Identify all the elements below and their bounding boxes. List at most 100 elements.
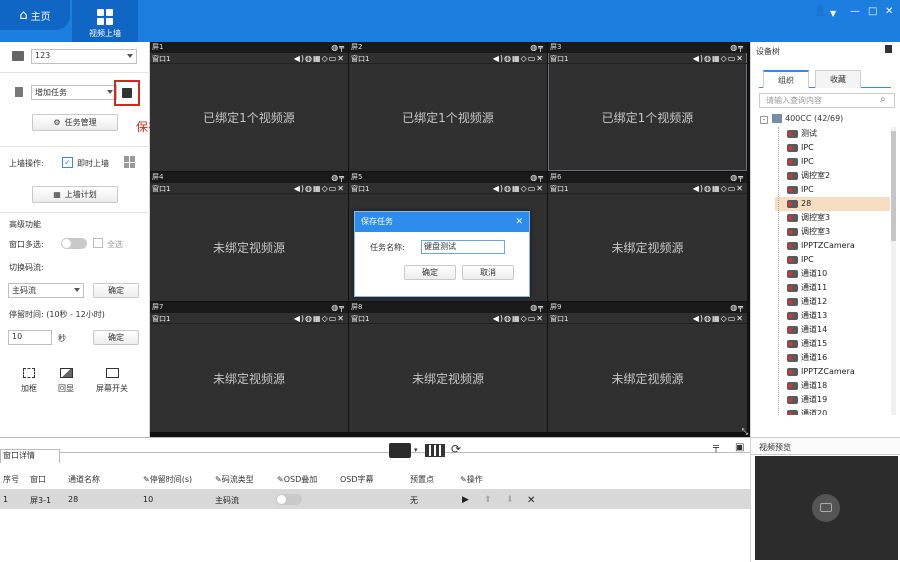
- table-row[interactable]: [0, 489, 750, 509]
- task-name-input[interactable]: 键盘测试: [421, 240, 505, 254]
- screen-cell[interactable]: 屏2 ◍╤ 窗口1 ◀)◍▦◇▭✕ 已绑定1个视频源: [349, 42, 547, 171]
- screen-controls-icon[interactable]: ◍╤: [530, 302, 544, 313]
- task-manage-button[interactable]: ⚙ 任务管理: [32, 114, 118, 131]
- tree-item[interactable]: 通道11: [787, 281, 827, 295]
- tree-item[interactable]: IPC: [787, 141, 814, 155]
- multi-window-toggle[interactable]: [61, 238, 87, 249]
- tree-item[interactable]: IPPTZCamera: [787, 365, 855, 379]
- screen-layout-icon[interactable]: [389, 443, 411, 458]
- dwell-time-input[interactable]: 10: [8, 330, 52, 345]
- scrollbar-thumb[interactable]: [891, 131, 896, 241]
- tree-item[interactable]: 通道15: [787, 337, 827, 351]
- tree-item[interactable]: 通道14: [787, 323, 827, 337]
- stream-select[interactable]: 主码流: [8, 283, 84, 298]
- screen-controls-icon[interactable]: ◍╤: [730, 42, 744, 53]
- save-icon[interactable]: [122, 88, 132, 98]
- window-controls-icon[interactable]: ◀)◍▦◇▭✕: [294, 184, 345, 194]
- tree-item[interactable]: 通道20: [787, 407, 827, 415]
- screen-cell[interactable]: 屏1 ◍╤ 窗口1 ◀)◍▦◇▭✕ 已绑定1个视频源: [150, 42, 348, 171]
- pin-icon[interactable]: [885, 45, 892, 53]
- screen-controls-icon[interactable]: ◍╤: [730, 302, 744, 313]
- screen-controls-icon[interactable]: ◍╤: [331, 42, 345, 53]
- tree-item[interactable]: IPC: [787, 183, 814, 197]
- wall-settings-icon[interactable]: ╤: [713, 442, 719, 453]
- screen-controls-icon[interactable]: ◍╤: [331, 302, 345, 313]
- tree-item[interactable]: 测试: [787, 127, 817, 141]
- tree-item[interactable]: 调控室3: [787, 211, 830, 225]
- cell-status: 未绑定视频源: [611, 371, 684, 386]
- screen-controls-icon[interactable]: ◍╤: [530, 172, 544, 183]
- tree-item[interactable]: IPPTZCamera: [787, 239, 855, 253]
- tab-favorites[interactable]: 收藏: [815, 70, 861, 88]
- tree-item[interactable]: 通道10: [787, 267, 827, 281]
- layout-icon[interactable]: [124, 156, 136, 168]
- screen-cell[interactable]: 屏7 ◍╤ 窗口1 ◀)◍▦◇▭✕ 未绑定视频源: [150, 302, 348, 432]
- grid-layout-icon[interactable]: [425, 444, 445, 457]
- window-controls-icon[interactable]: ◀)◍▦◇▭✕: [493, 184, 544, 194]
- user-icon[interactable]: 👤: [814, 6, 826, 17]
- delete-icon[interactable]: ✕: [527, 495, 535, 506]
- task-select[interactable]: 增加任务: [31, 85, 117, 100]
- wifi-icon[interactable]: ▼: [830, 9, 836, 18]
- tree-root[interactable]: 400CC (42/69): [772, 114, 843, 123]
- close-icon[interactable]: ✕: [885, 6, 893, 17]
- expand-icon[interactable]: ⤡: [742, 427, 748, 437]
- tab-organization[interactable]: 组织: [763, 70, 809, 88]
- tab-window-detail[interactable]: 窗口详情: [0, 449, 60, 463]
- window-controls-icon[interactable]: ◀)◍▦◇▭✕: [493, 314, 544, 324]
- window-controls-icon[interactable]: ◀)◍▦◇▭✕: [693, 54, 744, 64]
- window-controls-icon[interactable]: ◀)◍▦◇▭✕: [294, 314, 345, 324]
- maximize-icon[interactable]: □: [868, 6, 877, 17]
- tab-video-wall[interactable]: 视频上墙: [72, 0, 138, 42]
- play-icon[interactable]: ▶: [462, 495, 469, 505]
- tree-item[interactable]: 调控室3: [787, 225, 830, 239]
- dwell-confirm-button[interactable]: 确定: [93, 330, 139, 345]
- device-search-input[interactable]: 请输入查询内容: [759, 93, 895, 108]
- tree-item[interactable]: 调控室2: [787, 169, 830, 183]
- osd-overlay-toggle[interactable]: [276, 494, 302, 505]
- select-all-checkbox[interactable]: [93, 238, 103, 248]
- tree-item[interactable]: 通道12: [787, 295, 827, 309]
- tree-item[interactable]: 通道19: [787, 393, 827, 407]
- collapse-icon[interactable]: -: [760, 116, 768, 124]
- up-arrow-icon[interactable]: ⬆: [484, 495, 492, 505]
- tree-item[interactable]: 28: [775, 197, 890, 211]
- dialog-ok-button[interactable]: 确定: [404, 265, 456, 280]
- tree-item[interactable]: 通道18: [787, 379, 827, 393]
- screen-controls-icon[interactable]: ◍╤: [530, 42, 544, 53]
- refresh-icon[interactable]: ⟳: [451, 442, 461, 456]
- window-controls-icon[interactable]: ◀)◍▦◇▭✕: [294, 54, 345, 64]
- search-icon[interactable]: ⌕: [880, 94, 886, 105]
- camera-icon: [787, 144, 798, 152]
- screen-cell[interactable]: 屏6 ◍╤ 窗口1 ◀)◍▦◇▭✕ 未绑定视频源: [548, 172, 747, 301]
- tree-item-label: IPPTZCamera: [801, 367, 855, 376]
- window-controls-icon[interactable]: ◀)◍▦◇▭✕: [493, 54, 544, 64]
- window-controls-icon[interactable]: ◀)◍▦◇▭✕: [693, 184, 744, 194]
- wall-plan-button[interactable]: ▦ 上墙计划: [32, 186, 118, 203]
- echo-button[interactable]: 回显: [56, 368, 76, 394]
- tree-item[interactable]: IPC: [787, 253, 814, 267]
- stream-confirm-button[interactable]: 确定: [93, 283, 139, 298]
- tree-item[interactable]: 通道16: [787, 351, 827, 365]
- tree-item[interactable]: IPC: [787, 155, 814, 169]
- add-frame-button[interactable]: 加框: [19, 368, 39, 394]
- down-arrow-icon[interactable]: ⬇: [506, 495, 514, 505]
- tree-item[interactable]: 通道13: [787, 309, 827, 323]
- wall-select[interactable]: 123: [31, 49, 137, 64]
- screen-cell[interactable]: 屏9 ◍╤ 窗口1 ◀)◍▦◇▭✕ 未绑定视频源: [548, 302, 747, 432]
- screen-cell[interactable]: 屏4 ◍╤ 窗口1 ◀)◍▦◇▭✕ 未绑定视频源: [150, 172, 348, 301]
- tree-scrollbar[interactable]: [891, 127, 896, 415]
- screen-cell[interactable]: 屏8 ◍╤ 窗口1 ◀)◍▦◇▭✕ 未绑定视频源: [349, 302, 547, 432]
- dialog-cancel-button[interactable]: 取消: [462, 265, 514, 280]
- screen-controls-icon[interactable]: ◍╤: [730, 172, 744, 183]
- chevron-down-icon[interactable]: ▾: [414, 446, 418, 454]
- instant-wall-checkbox[interactable]: ✓: [62, 157, 73, 168]
- dialog-close-icon[interactable]: ✕: [515, 212, 523, 232]
- screen-switch-button[interactable]: 屏幕开关: [92, 368, 132, 394]
- lock-icon[interactable]: ▣: [735, 442, 744, 453]
- window-controls-icon[interactable]: ◀)◍▦◇▭✕: [693, 314, 744, 324]
- home-tab[interactable]: ⌂ 主页: [0, 0, 70, 30]
- screen-controls-icon[interactable]: ◍╤: [331, 172, 345, 183]
- minimize-icon[interactable]: —: [850, 6, 860, 17]
- screen-cell[interactable]: 屏3 ◍╤ 窗口1 ◀)◍▦◇▭✕ 已绑定1个视频源: [548, 42, 747, 171]
